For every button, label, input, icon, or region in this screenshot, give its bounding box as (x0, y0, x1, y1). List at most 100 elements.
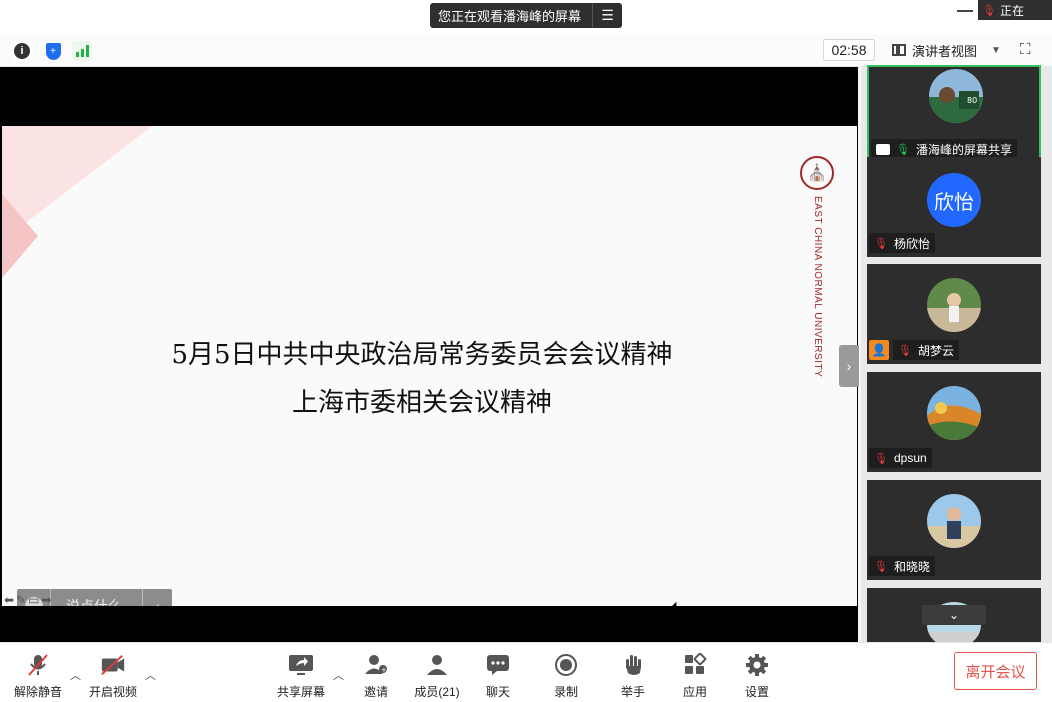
chevron-up-icon[interactable]: ︿ (70, 667, 81, 683)
avatar (927, 278, 981, 332)
apps-button[interactable]: 应用 (663, 653, 727, 700)
slide-title-line1: 5月5日中共中央政治局常务委员会会议精神 (171, 340, 673, 370)
network-button[interactable] (72, 41, 92, 61)
share-banner-text: 您正在观看潘海峰的屏幕 (438, 9, 582, 24)
chevron-up-icon[interactable]: ︿ (333, 667, 344, 683)
add-user-icon: + (363, 653, 389, 677)
members-label: 成员(21) (414, 685, 460, 699)
settings-button[interactable]: 设置 (725, 653, 789, 700)
layout-icon (892, 44, 906, 56)
mic-muted-icon: 🎙 (898, 344, 912, 357)
participant-name: 和晓晓 (893, 559, 930, 574)
meeting-controls: 解除静音 ︿ 开启视频 ︿ 共享屏幕 ︿ + 邀请 成员(21) 聊天 录制 举… (0, 642, 1052, 702)
chat-label: 聊天 (485, 685, 510, 699)
mic-muted-icon (25, 653, 51, 677)
scroll-down-button[interactable]: ⌄ (922, 605, 986, 625)
members-button[interactable]: 成员(21) (405, 653, 469, 700)
share-banner[interactable]: 您正在观看潘海峰的屏幕 ☰ (430, 3, 622, 28)
title-bar: 您正在观看潘海峰的屏幕 ☰ 🎙 正在 (0, 0, 1052, 34)
view-mode-select[interactable]: 演讲者视图 ▼ (884, 39, 1008, 61)
unmute-label: 解除静音 (13, 685, 62, 699)
collapse-panel-button[interactable]: › (839, 345, 859, 387)
mic-muted-icon: 🎙 (874, 560, 888, 573)
participant-nametag: 🎙 杨欣怡 (869, 233, 935, 253)
chat-placeholder[interactable]: 说点什么... (66, 596, 142, 607)
participant-name: 杨欣怡 (893, 236, 930, 251)
speaking-indicator: 🎙 正在 (978, 0, 1052, 20)
security-button[interactable]: + (43, 41, 63, 61)
speaking-text: 正在 (1000, 3, 1025, 18)
university-logo: ⛪ (800, 156, 834, 190)
slide-title-line2: 上海市委相关会议精神 (291, 388, 552, 418)
svg-text:+: + (381, 666, 387, 674)
participant-tile[interactable]: 欣怡 🎙 杨欣怡 (867, 157, 1041, 257)
hand-icon (620, 653, 646, 677)
share-menu-icon[interactable]: ☰ (592, 3, 622, 28)
fullscreen-icon[interactable]: ⛶ (1020, 42, 1036, 58)
participant-tile[interactable]: ⌄ (867, 588, 1041, 648)
mic-muted-icon: 🎙 (982, 4, 996, 17)
chevron-down-icon: ▼ (991, 44, 1001, 56)
minimize-icon[interactable] (957, 10, 973, 12)
participant-panel: 80 🎙 潘海峰的屏幕共享 欣怡 🎙 杨欣怡 👤 🎙 胡梦云 🎙 dpsun 🎙… (861, 65, 1052, 648)
avatar: 80 (929, 69, 983, 123)
participant-nametag: 🎙 潘海峰的屏幕共享 (871, 139, 1017, 159)
mic-muted-icon: 🎙 (874, 237, 888, 250)
mic-muted-icon: 🎙 (874, 452, 888, 465)
participant-name: 胡梦云 (917, 343, 954, 358)
record-button[interactable]: 录制 (534, 653, 598, 700)
chevron-up-icon[interactable]: ︿ (145, 667, 156, 683)
participant-tile[interactable]: 🎙 和晓晓 (867, 480, 1041, 580)
svg-text:80: 80 (967, 96, 977, 105)
annotation-tools[interactable]: ⬅✎▭➡ (4, 593, 54, 607)
meeting-window: 您正在观看潘海峰的屏幕 ☰ 🎙 正在 i + 02:58 演讲者视图 ▼ ⛶ ⛪… (0, 0, 1052, 702)
info-button[interactable]: i (12, 41, 32, 61)
view-mode-label: 演讲者视图 (912, 43, 978, 59)
start-video-label: 开启视频 (88, 685, 137, 699)
share-screen-button[interactable]: 共享屏幕 (269, 653, 333, 700)
record-label: 录制 (553, 685, 578, 699)
participant-tile[interactable]: 80 🎙 潘海峰的屏幕共享 (867, 65, 1041, 165)
presentation-slide: ⛪ EAST CHINA NORMAL UNIVERSITY 5月5日中共中央政… (2, 126, 857, 606)
chevron-down-icon: ⌄ (948, 608, 960, 622)
raise-hand-label: 举手 (620, 685, 645, 699)
meeting-toolbar: i + 02:58 演讲者视图 ▼ ⛶ (0, 34, 1052, 67)
chat-button[interactable]: 聊天 (466, 653, 530, 700)
unmute-button[interactable]: 解除静音 (6, 653, 70, 700)
video-off-icon (100, 653, 126, 677)
user-icon: 👤 (869, 340, 889, 360)
participant-name: dpsun (893, 451, 927, 465)
chat-icon (485, 653, 511, 677)
participant-tile[interactable]: 🎙 dpsun (867, 372, 1041, 472)
members-icon (424, 653, 450, 677)
apps-label: 应用 (682, 685, 707, 699)
share-screen-icon (288, 653, 314, 677)
settings-label: 设置 (744, 685, 769, 699)
participant-nametag: 🎙 胡梦云 (893, 340, 959, 360)
avatar (927, 494, 981, 548)
participant-tile[interactable]: 👤 🎙 胡梦云 (867, 264, 1041, 364)
invite-label: 邀请 (363, 685, 388, 699)
start-video-button[interactable]: 开启视频 (81, 653, 145, 700)
mic-icon: 🎙 (896, 143, 910, 156)
leave-meeting-button[interactable]: 离开会议 (954, 652, 1037, 690)
signal-icon (75, 45, 89, 57)
raise-hand-button[interactable]: 举手 (601, 653, 665, 700)
share-screen-label: 共享屏幕 (276, 685, 325, 699)
gear-icon (744, 653, 770, 677)
meeting-timer: 02:58 (823, 39, 875, 61)
chevron-left-icon[interactable]: ‹ (142, 589, 172, 606)
participant-name: 潘海峰的屏幕共享 (915, 142, 1012, 157)
info-icon: i (14, 43, 30, 59)
slide-decoration-accent (2, 194, 38, 278)
participant-nametag: 🎙 和晓晓 (869, 556, 935, 576)
avatar: 欣怡 (927, 173, 981, 227)
record-icon (553, 653, 579, 677)
apps-icon (682, 653, 708, 677)
invite-button[interactable]: + 邀请 (344, 653, 408, 700)
shared-screen: ⛪ EAST CHINA NORMAL UNIVERSITY 5月5日中共中央政… (0, 67, 858, 642)
avatar (927, 386, 981, 440)
participant-nametag: 🎙 dpsun (869, 448, 932, 468)
screen-share-icon (876, 143, 890, 155)
university-name: EAST CHINA NORMAL UNIVERSITY (812, 196, 823, 378)
